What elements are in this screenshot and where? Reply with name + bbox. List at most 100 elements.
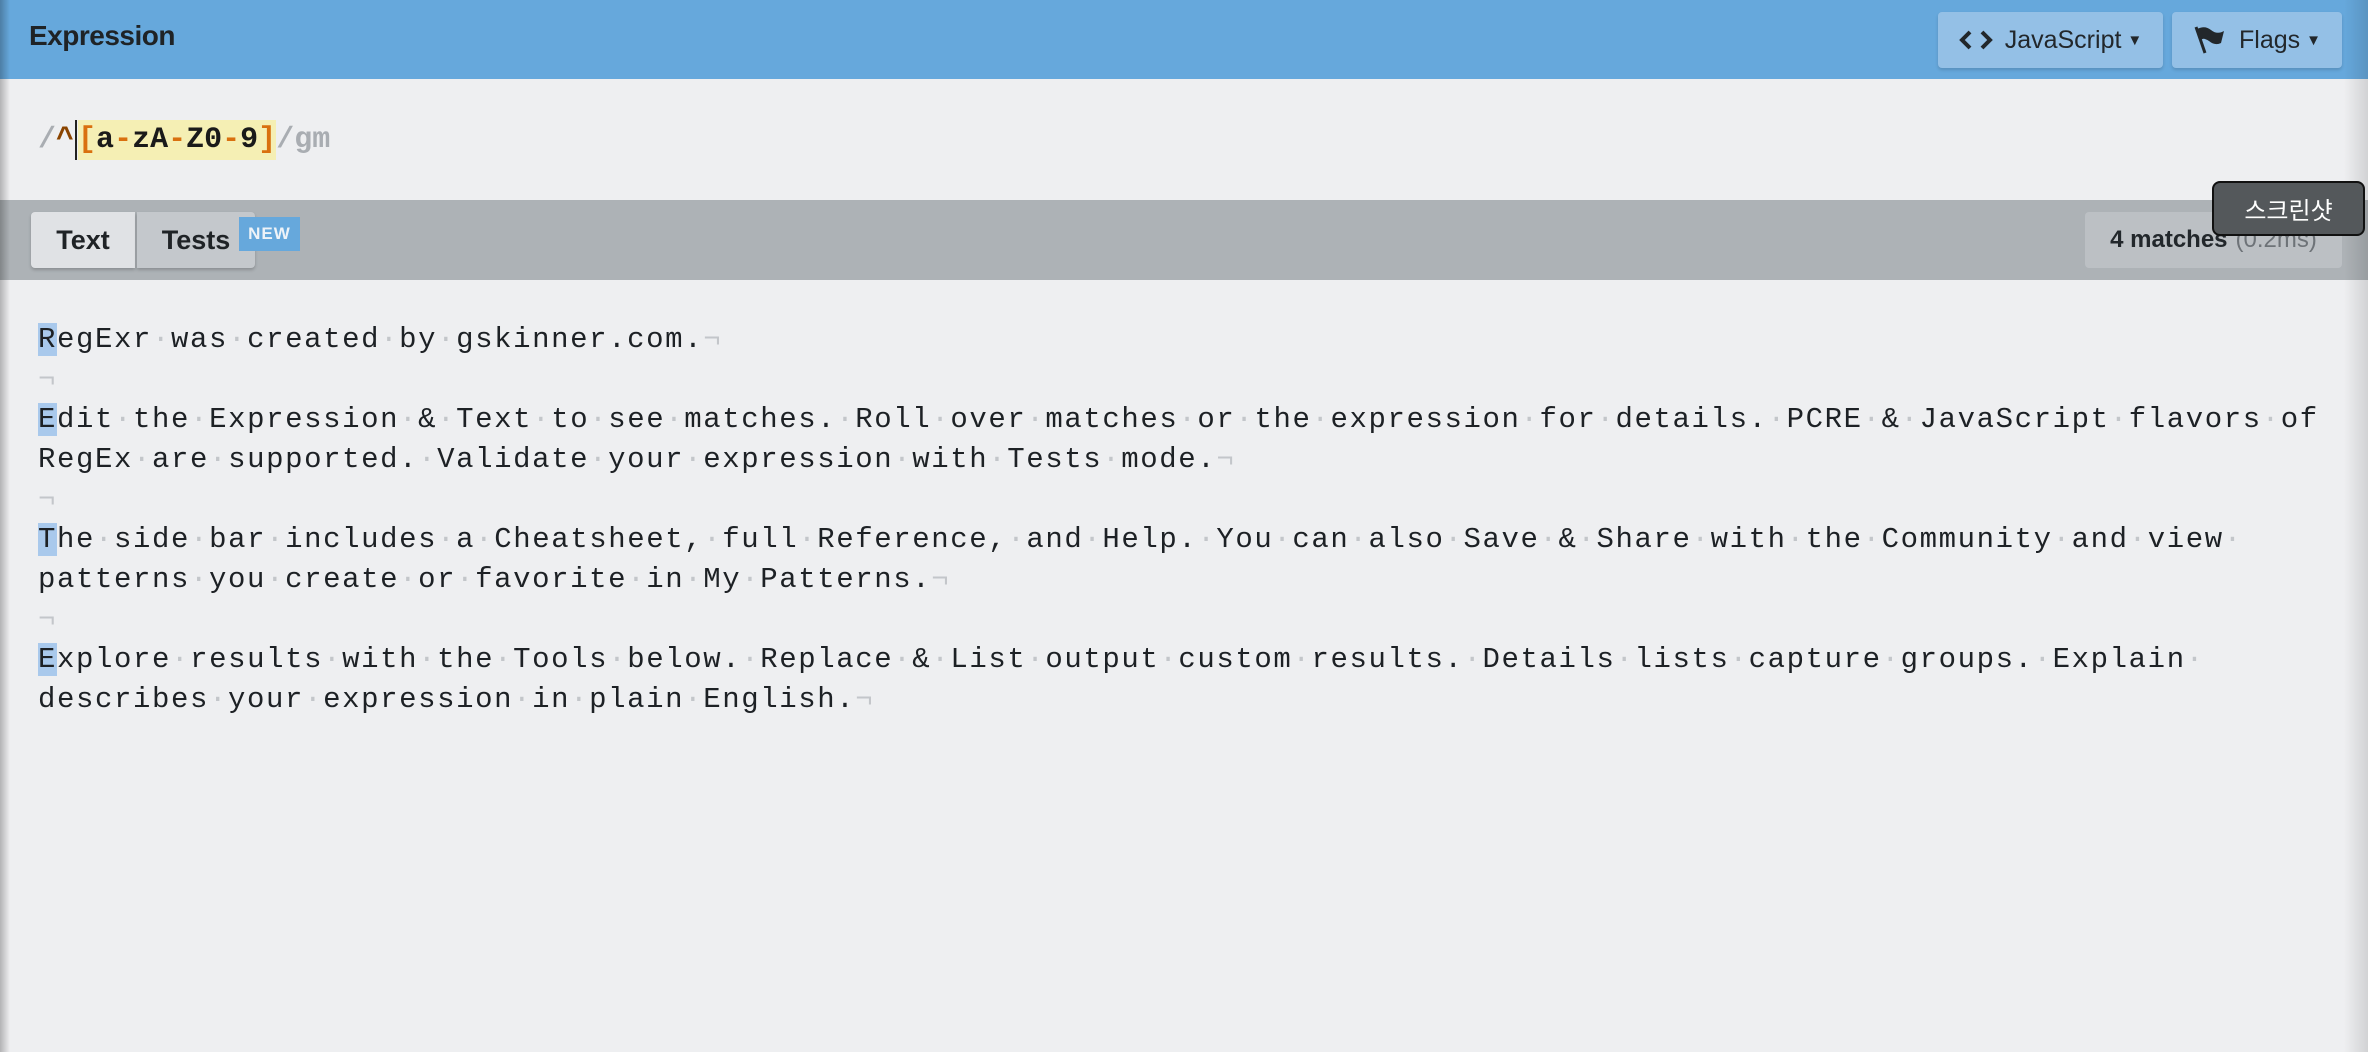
whitespace-dot: · [1292,643,1312,676]
match-highlight[interactable]: E [38,403,58,436]
whitespace-dot: · [988,443,1008,476]
whitespace-dot: · [893,443,913,476]
match-highlight[interactable]: T [38,523,58,556]
whitespace-dot: · [1444,523,1464,556]
flags-text: gm [294,123,331,157]
text-cursor [75,120,78,160]
word: in [532,683,571,716]
word: plain [589,683,685,716]
word: My [703,563,742,596]
right-edge-shadow [2344,0,2368,1052]
code-brackets-icon [1958,30,1993,50]
whitespace-dot: · [209,443,229,476]
whitespace-dot: · [1311,403,1331,436]
text-line: describes·your·expression·in·plain·Engli… [38,680,2319,720]
whitespace-dot: · [570,683,590,716]
open-delimiter: / [38,123,57,157]
whitespace-dot: · [684,563,704,596]
whitespace-dot: · [437,403,457,436]
whitespace-dot: · [1577,523,1597,556]
whitespace-dot: · [893,643,913,676]
word: English. [703,683,856,716]
whitespace-dot: · [2185,643,2205,676]
word: created [247,323,381,356]
language-button[interactable]: JavaScript ▼ [1938,12,2163,68]
whitespace-dot: · [684,443,704,476]
whitespace-dot: · [304,683,324,716]
flags-button[interactable]: Flags ▼ [2172,12,2342,68]
whitespace-dot: · [741,563,761,596]
word: you [209,563,267,596]
whitespace-dot: · [152,323,172,356]
word: groups. [1900,643,2034,676]
whitespace-dot: · [1691,523,1711,556]
word: describes [38,683,210,716]
word: custom [1178,643,1293,676]
range-dash: - [114,123,133,157]
match-highlight[interactable]: E [38,643,58,676]
whitespace-dot: · [703,523,723,556]
word: lists [1634,643,1730,676]
word: for [1539,403,1597,436]
chevron-down-icon: ▼ [2127,31,2143,49]
word: Tests [1007,443,1103,476]
word: & [1558,523,1578,556]
whitespace-dot: · [2052,523,2072,556]
whitespace-dot: · [437,323,457,356]
word: JavaScript [1919,403,2110,436]
whitespace-dot: · [2261,403,2281,436]
word: details. [1615,403,1768,436]
text-line: ¬ [38,480,2319,520]
character-set: [ a-z A-Z 0-9 ] [78,120,277,160]
tab-tests[interactable]: Tests [137,212,255,268]
whitespace-dot: · [1102,443,1122,476]
word: full [722,523,799,556]
whitespace-dot: · [133,443,153,476]
word: a [456,523,476,556]
word: Details [1482,643,1616,676]
word: results. [1311,643,1464,676]
word: by [399,323,438,356]
whitespace-dot: · [190,523,210,556]
whitespace-dot: · [1539,523,1559,556]
word: results [190,643,324,676]
text-line: ¬ [38,360,2319,400]
whitespace-dot: · [798,523,818,556]
word: Help. [1102,523,1198,556]
whitespace-dot: · [1007,523,1027,556]
whitespace-dot: · [209,683,229,716]
flags-label: Flags [2239,25,2301,54]
word: the [1805,523,1863,556]
whitespace-dot: · [1862,523,1882,556]
close-delimiter: / [276,123,295,157]
whitespace-dot: · [456,563,476,596]
word: RegEx [38,443,134,476]
text-editor[interactable]: RegExr·was·created·by·gskinner.com.¬ ¬ Edi… [38,320,2319,720]
whitespace-dot: · [190,563,210,596]
whitespace-dot: · [399,563,419,596]
word: Community [1881,523,2053,556]
word: side [114,523,191,556]
whitespace-dot: · [931,403,951,436]
tab-bar: Text Tests NEW 4 matches (0.2ms) [0,200,2368,280]
whitespace-dot: · [665,403,685,436]
expression-input[interactable]: / ^ [ a-z A-Z 0-9 ] / gm [38,118,330,162]
word: Text [456,403,533,436]
word: he [57,523,96,556]
word: the [437,643,495,676]
match-highlight[interactable]: R [38,323,58,356]
panel-title: Expression [29,20,175,51]
screenshot-tooltip: 스크린샷 [2212,181,2365,236]
chevron-down-icon: ▼ [2306,31,2321,49]
whitespace-dot: · [266,523,286,556]
range-dash: - [222,123,241,157]
word: Save [1463,523,1540,556]
word: output [1045,643,1160,676]
tab-text[interactable]: Text [31,212,135,268]
text-line: The·side·bar·includes·a·Cheatsheet,·full… [38,520,2319,560]
whitespace-dot: · [1178,403,1198,436]
whitespace-dot: · [1159,643,1179,676]
new-badge: NEW [239,217,300,251]
word: dit [57,403,115,436]
word: to [551,403,590,436]
